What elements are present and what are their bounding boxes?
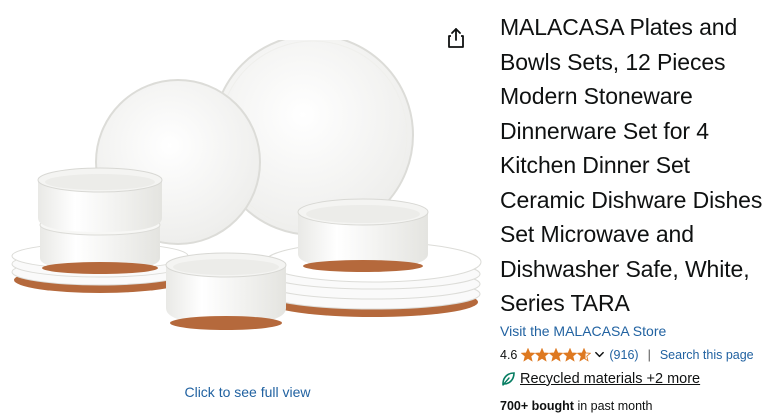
sustainability-link[interactable]: Recycled materials +2 more — [520, 371, 700, 387]
rating-value: 4.6 — [500, 347, 518, 362]
star-icon — [521, 347, 536, 362]
bought-in-past-month: 700+ bought in past month — [500, 399, 778, 413]
click-to-see-full-view-link[interactable]: Click to see full view — [0, 384, 495, 400]
star-rating[interactable] — [521, 347, 592, 362]
star-icon — [563, 347, 578, 362]
star-icon — [549, 347, 564, 362]
bought-count: 700+ bought — [500, 398, 574, 413]
star-icon — [535, 347, 550, 362]
chevron-down-icon[interactable] — [594, 349, 605, 360]
star-icon — [577, 347, 592, 362]
bought-suffix: in past month — [573, 398, 653, 413]
product-image[interactable] — [8, 40, 488, 340]
review-count-link[interactable]: (916) — [609, 348, 638, 362]
rating-row: 4.6 (916) | Search this page — [500, 345, 778, 365]
product-image-area: Click to see full view — [0, 0, 495, 412]
store-link[interactable]: Visit the MALACASA Store — [500, 321, 778, 341]
product-details: MALACASA Plates and Bowls Sets, 12 Piece… — [500, 0, 778, 413]
product-title: MALACASA Plates and Bowls Sets, 12 Piece… — [500, 14, 763, 316]
search-this-page-link[interactable]: Search this page — [660, 348, 754, 362]
sustainability-badge[interactable]: Recycled materials +2 more — [500, 371, 778, 387]
separator: | — [647, 347, 651, 362]
leaf-icon — [502, 371, 515, 386]
